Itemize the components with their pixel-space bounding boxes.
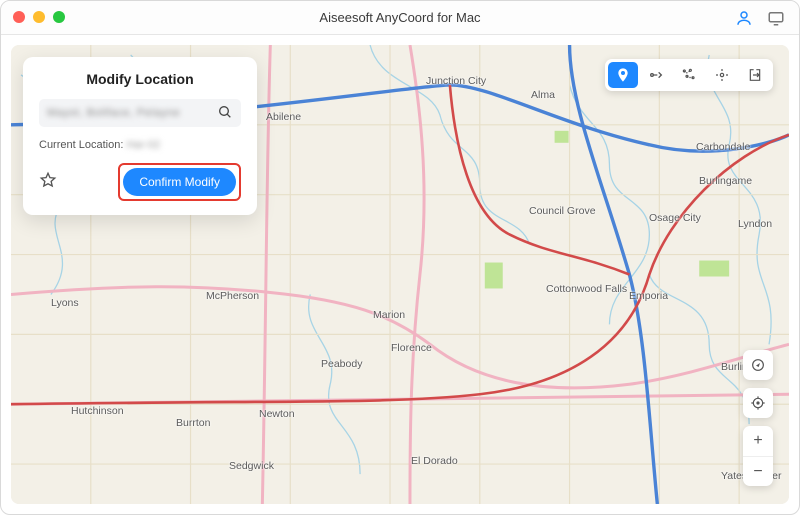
app-window: Aiseesoft AnyCoord for Mac (0, 0, 800, 515)
current-location-label: Current Location: (39, 139, 123, 151)
mode-joystick-button[interactable] (707, 62, 737, 88)
search-field-container: Mayot, Boliface, Pelayne (39, 99, 241, 127)
city-label: Marion (373, 309, 405, 321)
display-icon[interactable] (767, 9, 785, 27)
city-label: Abilene (266, 111, 301, 123)
city-label: Hutchinson (71, 405, 124, 417)
city-label: Sedgwick (229, 460, 274, 472)
mode-export-button[interactable] (740, 62, 770, 88)
window-title: Aiseesoft AnyCoord for Mac (1, 10, 799, 25)
map-controls: + − (743, 350, 773, 486)
city-label: Lyndon (738, 218, 772, 230)
map-canvas[interactable]: Abilene Junction City Alma Carbondale Osage … (11, 45, 789, 504)
window-controls (13, 11, 65, 23)
city-label: Carbondale (696, 141, 750, 153)
city-label: Florence (391, 342, 432, 354)
fullscreen-window-button[interactable] (53, 11, 65, 23)
mode-toolbar (605, 59, 773, 91)
confirm-modify-button[interactable]: Confirm Modify (123, 168, 236, 196)
minimize-window-button[interactable] (33, 11, 45, 23)
city-label: Council Grove (529, 205, 596, 217)
city-label: Junction City (426, 75, 486, 87)
search-value-text: Mayot, Boliface, Pelayne (47, 107, 180, 119)
confirm-highlight-box: Confirm Modify (118, 163, 241, 201)
zoom-out-button[interactable]: − (743, 456, 773, 486)
city-label: Peabody (321, 358, 362, 370)
city-label: Alma (531, 89, 555, 101)
city-label: Cottonwood Falls (546, 283, 627, 295)
city-label: Emporia (629, 290, 668, 302)
modify-location-panel: Modify Location Mayot, Boliface, Pelayne… (23, 57, 257, 215)
city-label: El Dorado (411, 455, 458, 467)
city-label: Burrton (176, 417, 210, 429)
favorite-icon[interactable] (39, 171, 57, 194)
search-icon[interactable] (217, 104, 233, 125)
mode-multi-stop-button[interactable] (674, 62, 704, 88)
city-label: Osage City (649, 212, 701, 224)
compass-button[interactable] (743, 350, 773, 380)
mode-modify-location-button[interactable] (608, 62, 638, 88)
city-label: Newton (259, 408, 295, 420)
panel-heading: Modify Location (39, 71, 241, 87)
current-location-row: Current Location: Har-02 (39, 139, 241, 151)
locate-button[interactable] (743, 388, 773, 418)
current-location-value: Har-02 (126, 139, 160, 151)
close-window-button[interactable] (13, 11, 25, 23)
city-label: McPherson (206, 290, 259, 302)
zoom-in-button[interactable]: + (743, 426, 773, 456)
profile-icon[interactable] (735, 9, 753, 27)
city-label: Lyons (51, 297, 79, 309)
mode-one-stop-button[interactable] (641, 62, 671, 88)
titlebar: Aiseesoft AnyCoord for Mac (1, 1, 799, 35)
city-label: Burlingame (699, 175, 752, 187)
